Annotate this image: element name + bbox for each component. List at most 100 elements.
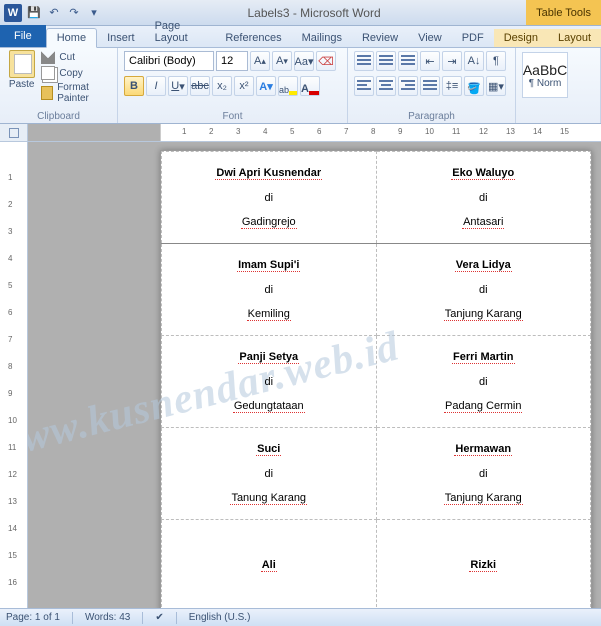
review-tab[interactable]: Review — [352, 29, 408, 47]
paste-icon — [9, 50, 35, 78]
title-bar: W 💾 ↶ ↷ ▾ Labels3 - Microsoft Word Table… — [0, 0, 601, 26]
font-group: Calibri (Body) 12 A▴ A▾ Aa▾ ⌫ B I U▾ abc… — [118, 48, 348, 123]
insert-tab[interactable]: Insert — [97, 29, 145, 47]
highlight-button[interactable]: ab — [278, 76, 298, 96]
redo-icon[interactable]: ↷ — [66, 5, 82, 21]
label-place: Padang Cermin — [377, 400, 591, 413]
status-language[interactable]: English (U.S.) — [189, 612, 251, 623]
status-words[interactable]: Words: 43 — [85, 612, 130, 623]
paragraph-group-label: Paragraph — [348, 111, 515, 122]
borders-button[interactable]: ▦▾ — [486, 76, 506, 96]
paste-label: Paste — [9, 79, 35, 90]
label-place: Gedungtataan — [162, 400, 376, 413]
paste-button[interactable]: Paste — [6, 50, 37, 104]
label-place: Kemiling — [162, 308, 376, 321]
design-tab[interactable]: Design — [494, 29, 548, 47]
horizontal-ruler[interactable]: 123456789101112131415 — [160, 124, 601, 141]
ruler-corner[interactable] — [0, 124, 28, 141]
file-tab[interactable]: File — [0, 25, 46, 47]
subscript-button[interactable]: x₂ — [212, 76, 232, 96]
save-icon[interactable]: 💾 — [26, 5, 42, 21]
superscript-button[interactable]: x² — [234, 76, 254, 96]
numbering-button[interactable] — [376, 51, 396, 71]
clipboard-group-label: Clipboard — [0, 111, 117, 122]
label-cell[interactable]: Panji SetyadiGedungtataan — [162, 336, 377, 428]
ribbon-tabs: File Home Insert Page Layout References … — [0, 26, 601, 48]
line-spacing-button[interactable]: ‡≡ — [442, 76, 462, 96]
label-place: Gadingrejo — [162, 216, 376, 229]
label-name: Imam Supi'i — [162, 259, 376, 272]
clear-format-button[interactable]: ⌫ — [316, 51, 336, 71]
styles-group: AaBbC ¶ Norm — [516, 48, 601, 123]
shading-button[interactable]: 🪣 — [464, 76, 484, 96]
ribbon: Paste Cut Copy Format Painter Clipboard … — [0, 48, 601, 124]
label-cell[interactable]: Vera LidyadiTanjung Karang — [376, 244, 591, 336]
font-color-button[interactable]: A — [300, 76, 320, 96]
label-cell[interactable]: Ferri MartindiPadang Cermin — [376, 336, 591, 428]
pdf-tab[interactable]: PDF — [452, 29, 494, 47]
sort-button[interactable]: A↓ — [464, 51, 484, 71]
cut-label: Cut — [59, 52, 75, 63]
align-left-button[interactable] — [354, 76, 374, 96]
italic-button[interactable]: I — [146, 76, 166, 96]
change-case-button[interactable]: Aa▾ — [294, 51, 314, 71]
home-tab[interactable]: Home — [46, 28, 97, 48]
label-di: di — [162, 192, 376, 204]
strike-button[interactable]: abc — [190, 76, 210, 96]
layout-tab[interactable]: Layout — [548, 29, 601, 47]
copy-button[interactable]: Copy — [41, 66, 111, 80]
font-group-label: Font — [118, 111, 347, 122]
underline-button[interactable]: U▾ — [168, 76, 188, 96]
references-tab[interactable]: References — [215, 29, 291, 47]
label-name: Eko Waluyo — [377, 167, 591, 180]
label-cell[interactable]: Dwi Apri KusnendardiGadingrejo — [162, 152, 377, 244]
format-painter-button[interactable]: Format Painter — [41, 82, 111, 104]
label-place: Tanung Karang — [162, 492, 376, 505]
status-page[interactable]: Page: 1 of 1 — [6, 612, 60, 623]
tab-selector-icon — [9, 128, 19, 138]
increase-indent-button[interactable]: ⇥ — [442, 51, 462, 71]
page: Dwi Apri KusnendardiGadingrejoEko Waluyo… — [160, 150, 592, 608]
status-bar: Page: 1 of 1 Words: 43 ✔ English (U.S.) — [0, 608, 601, 626]
multilevel-button[interactable] — [398, 51, 418, 71]
label-cell[interactable]: HermawandiTanjung Karang — [376, 428, 591, 520]
align-right-button[interactable] — [398, 76, 418, 96]
label-cell[interactable]: SucidiTanung Karang — [162, 428, 377, 520]
style-normal[interactable]: AaBbC ¶ Norm — [522, 52, 568, 98]
shrink-font-button[interactable]: A▾ — [272, 51, 292, 71]
text-effects-button[interactable]: A▾ — [256, 76, 276, 96]
undo-icon[interactable]: ↶ — [46, 5, 62, 21]
label-cell[interactable]: Ali — [162, 520, 377, 609]
vertical-ruler[interactable]: 12345678910111213141516 — [0, 142, 28, 608]
page-layout-tab[interactable]: Page Layout — [145, 17, 216, 47]
document-canvas[interactable]: www.kusnendar.web.id Dwi Apri Kusnendard… — [28, 142, 601, 608]
decrease-indent-button[interactable]: ⇤ — [420, 51, 440, 71]
show-marks-button[interactable]: ¶ — [486, 51, 506, 71]
label-cell[interactable]: Rizki — [376, 520, 591, 609]
label-name: Panji Setya — [162, 351, 376, 364]
justify-button[interactable] — [420, 76, 440, 96]
grow-font-button[interactable]: A▴ — [250, 51, 270, 71]
cut-button[interactable]: Cut — [41, 50, 111, 64]
label-di: di — [377, 284, 591, 296]
label-di: di — [377, 192, 591, 204]
label-cell[interactable]: Eko Waluyo di Antasari — [376, 152, 591, 244]
qat-dropdown-icon[interactable]: ▾ — [86, 5, 102, 21]
ruler-row: 123456789101112131415 — [0, 124, 601, 142]
align-center-button[interactable] — [376, 76, 396, 96]
document-area: 12345678910111213141516 www.kusnendar.we… — [0, 142, 601, 608]
view-tab[interactable]: View — [408, 29, 452, 47]
status-proofing-icon[interactable]: ✔ — [155, 612, 163, 623]
paragraph-group: ⇤ ⇥ A↓ ¶ ‡≡ 🪣 ▦▾ Paragraph — [348, 48, 516, 123]
bold-button[interactable]: B — [124, 76, 144, 96]
font-name-combo[interactable]: Calibri (Body) — [124, 51, 214, 71]
label-name: Vera Lidya — [377, 259, 591, 272]
cut-icon — [41, 50, 55, 64]
font-size-combo[interactable]: 12 — [216, 51, 248, 71]
label-cell[interactable]: Imam Supi'idiKemiling — [162, 244, 377, 336]
style-sample: AaBbC — [523, 62, 567, 78]
label-place: Antasari — [377, 216, 591, 229]
mailings-tab[interactable]: Mailings — [292, 29, 352, 47]
bullets-button[interactable] — [354, 51, 374, 71]
style-name: ¶ Norm — [529, 78, 562, 89]
